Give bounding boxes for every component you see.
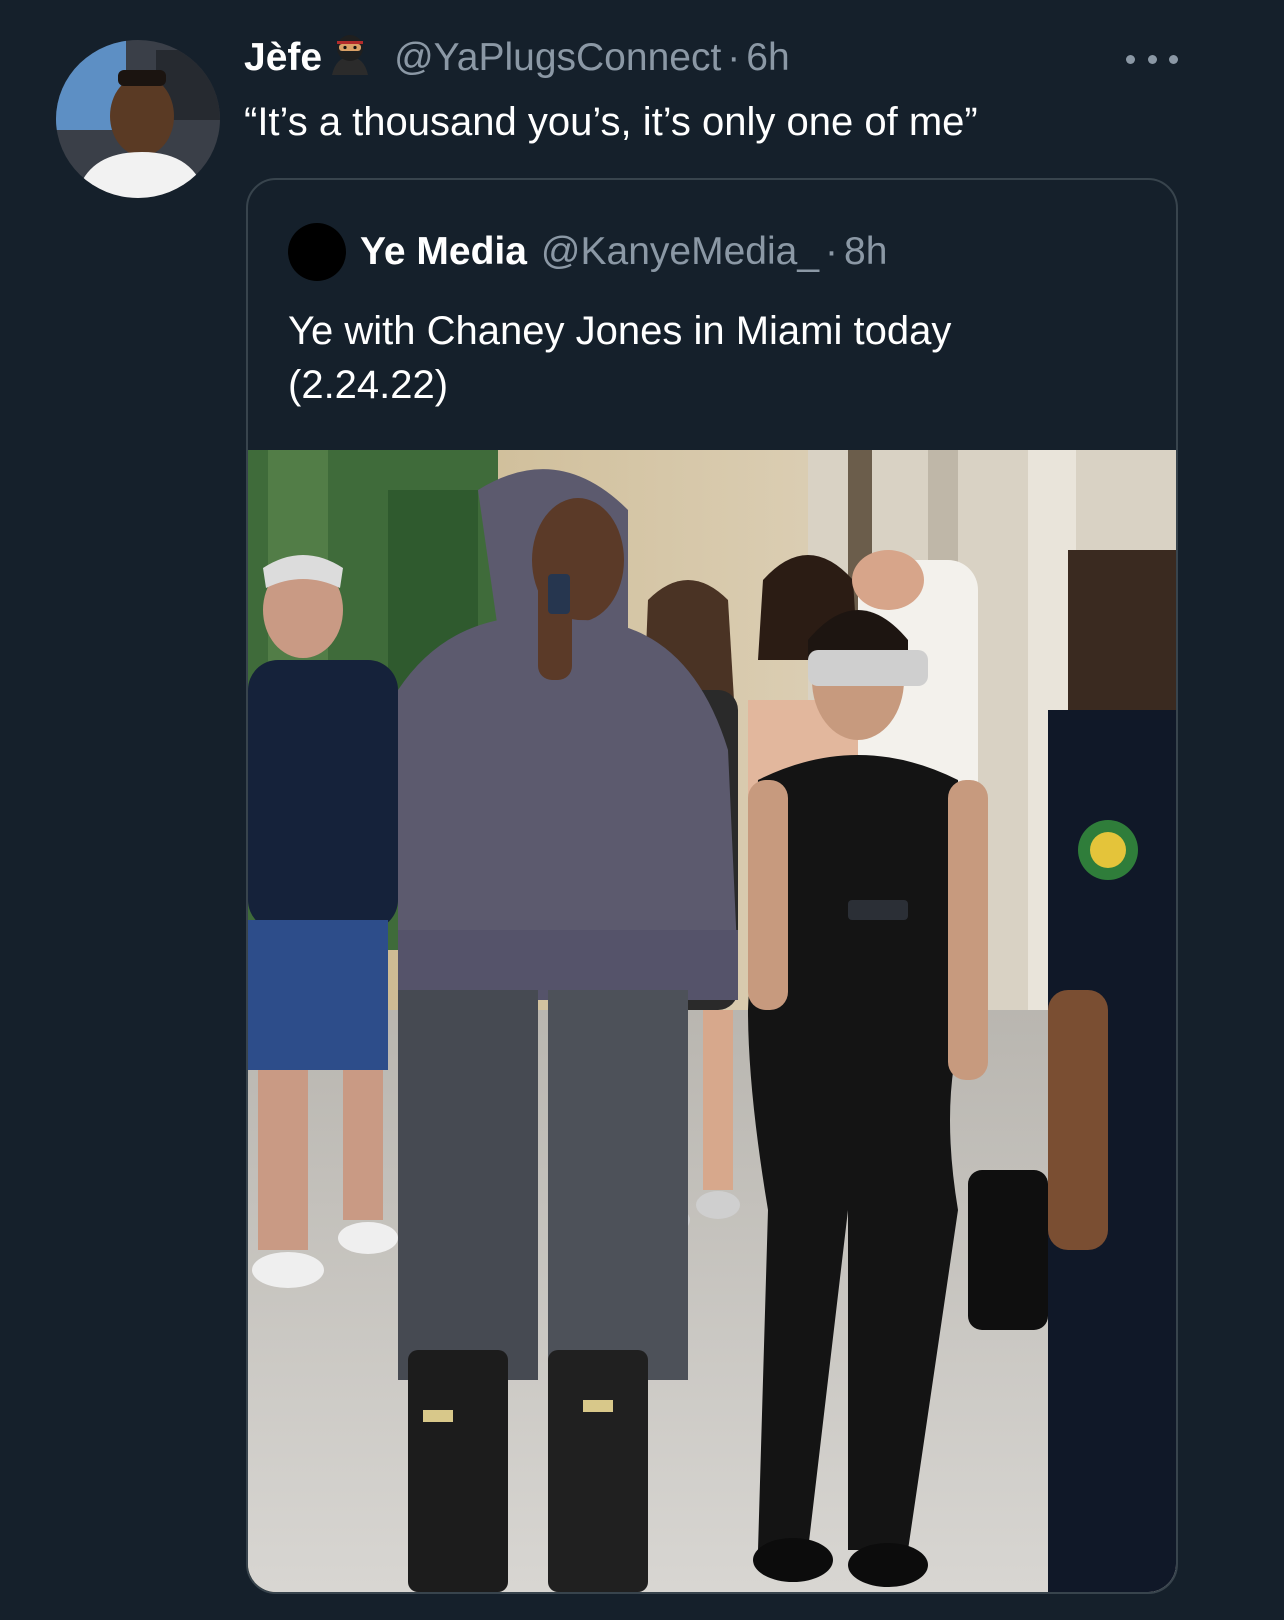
tweet-text: “It’s a thousand you’s, it’s only one of… [244, 100, 978, 144]
quoted-tweet-photo[interactable] [248, 450, 1176, 1592]
header-separator: · [727, 36, 741, 79]
more-dot [1126, 54, 1135, 64]
quoted-author-avatar[interactable] [288, 223, 346, 281]
more-dot [1169, 54, 1178, 64]
quoted-tweet-text-line: (2.24.22) [288, 363, 449, 407]
more-horizontal-icon[interactable] [1126, 50, 1178, 68]
quoted-tweet-card[interactable]: Ye Media @KanyeMedia_ · 8h Ye with Chane… [246, 178, 1178, 1594]
author-handle[interactable]: @YaPlugsConnect [394, 36, 721, 80]
quoted-tweet-text-line: Ye with Chaney Jones in Miami today [288, 309, 952, 353]
quoted-tweet-header: Ye Media @KanyeMedia_ · 8h [288, 223, 887, 281]
quoted-tweet-timestamp[interactable]: 8h [844, 230, 887, 274]
more-dot [1147, 54, 1157, 64]
quoted-author-handle[interactable]: @KanyeMedia_ [541, 230, 819, 274]
tweet-header: Jèfe @YaPlugsConnect · 6h [244, 30, 790, 86]
quoted-author-display-name[interactable]: Ye Media [360, 230, 527, 274]
tweet-timestamp[interactable]: 6h [746, 36, 789, 80]
quoted-header-separator: · [825, 230, 839, 273]
quoted-tweet-text: Ye with Chaney Jones in Miami today (2.2… [288, 304, 1148, 412]
author-avatar[interactable] [56, 40, 220, 198]
author-display-name[interactable]: Jèfe [244, 36, 322, 80]
ninja-emoji-icon [328, 31, 372, 85]
tweet: Jèfe @YaPlugsConnect · 6h “It’s a thousa… [0, 0, 1284, 1620]
